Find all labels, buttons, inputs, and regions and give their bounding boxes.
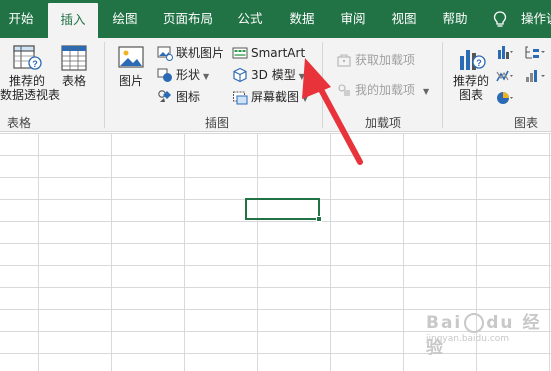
group-separator xyxy=(442,42,443,128)
hierarchy-chart-icon[interactable] xyxy=(524,44,546,60)
svg-text:?: ? xyxy=(32,59,38,69)
recommended-pivot-label-1: 推荐的 xyxy=(8,74,45,88)
ribbon-insert-panel: ? 推荐的 数据透视表 表格 表格 图片 联机图片 形状 ▼ 图标 SmartA… xyxy=(0,38,551,132)
my-addins-label: 我的加载项 xyxy=(355,83,416,97)
watermark-url: jingyan.baidu.com xyxy=(426,334,510,344)
paw-icon xyxy=(464,313,485,333)
tab-formulas[interactable]: 公式 xyxy=(229,0,271,38)
table-icon xyxy=(61,45,87,71)
online-pictures-label: 联机图片 xyxy=(176,46,225,60)
tab-view[interactable]: 视图 xyxy=(383,0,425,38)
recommended-charts-label-1: 推荐的 xyxy=(452,74,489,88)
smartart-label: SmartArt xyxy=(251,46,306,60)
group-separator xyxy=(104,42,105,128)
column-chart-icon[interactable] xyxy=(496,44,514,60)
recommended-charts-button[interactable]: ? 推荐的 图表 xyxy=(449,42,493,102)
icons-gallery-icon xyxy=(158,90,171,102)
tell-me-search[interactable]: 操作说 xyxy=(521,0,551,38)
statistic-chart-icon[interactable] xyxy=(524,68,546,84)
group-separator xyxy=(322,42,323,128)
store-icon xyxy=(337,54,351,67)
icons-label: 图标 xyxy=(176,90,201,104)
my-addins-icon xyxy=(338,84,350,96)
tab-insert[interactable]: 插入 xyxy=(48,3,98,38)
table-button[interactable]: 表格 xyxy=(57,42,91,88)
ribbon-tab-bar: 开始 插入 绘图 页面布局 公式 数据 审阅 视图 帮助 操作说 xyxy=(0,0,551,38)
fill-handle[interactable] xyxy=(316,216,322,222)
tab-home[interactable]: 开始 xyxy=(0,0,42,38)
pie-chart-icon[interactable] xyxy=(496,90,514,106)
tab-help[interactable]: 帮助 xyxy=(434,0,476,38)
recommended-pivot-button[interactable]: ? 推荐的 数据透视表 xyxy=(0,42,61,102)
group-label-illustrations: 插图 xyxy=(204,116,229,130)
picture-icon xyxy=(118,46,144,68)
get-addins-label: 获取加载项 xyxy=(355,53,416,67)
smartart-icon xyxy=(232,47,248,59)
group-label-addins: 加载项 xyxy=(364,116,401,130)
cube-icon xyxy=(233,67,247,83)
screenshot-icon xyxy=(233,91,248,105)
group-label-charts: 图表 xyxy=(513,116,538,130)
chevron-down-icon: ▼ xyxy=(203,72,210,81)
pictures-button[interactable]: 图片 xyxy=(112,42,150,88)
recommended-pivot-label-2: 数据透视表 xyxy=(0,88,61,102)
line-chart-icon[interactable] xyxy=(496,68,514,84)
chevron-down-icon: ▼ xyxy=(302,94,309,103)
svg-text:?: ? xyxy=(476,58,482,68)
chevron-down-icon: ▼ xyxy=(423,87,430,96)
tab-data[interactable]: 数据 xyxy=(281,0,323,38)
tab-draw[interactable]: 绘图 xyxy=(104,0,146,38)
tab-page-layout[interactable]: 页面布局 xyxy=(155,0,221,38)
recommended-chart-icon: ? xyxy=(460,50,486,70)
shapes-icon xyxy=(157,68,172,82)
3d-models-label: 3D 模型 xyxy=(251,68,296,82)
tab-review[interactable]: 审阅 xyxy=(332,0,374,38)
group-label-tables: 表格 xyxy=(6,116,31,130)
table-label: 表格 xyxy=(61,74,86,88)
screenshot-label: 屏幕截图 xyxy=(251,90,300,104)
chevron-down-icon: ▼ xyxy=(298,72,305,81)
selected-cell[interactable] xyxy=(245,198,320,220)
watermark: Bai du 经验 xyxy=(426,313,542,358)
online-picture-icon xyxy=(157,46,173,61)
pictures-label: 图片 xyxy=(118,74,143,88)
recommended-charts-label-2: 图表 xyxy=(458,88,483,102)
lightbulb-icon[interactable] xyxy=(493,11,507,29)
shapes-label: 形状 xyxy=(176,68,201,82)
pivot-table-icon: ? xyxy=(13,45,42,70)
